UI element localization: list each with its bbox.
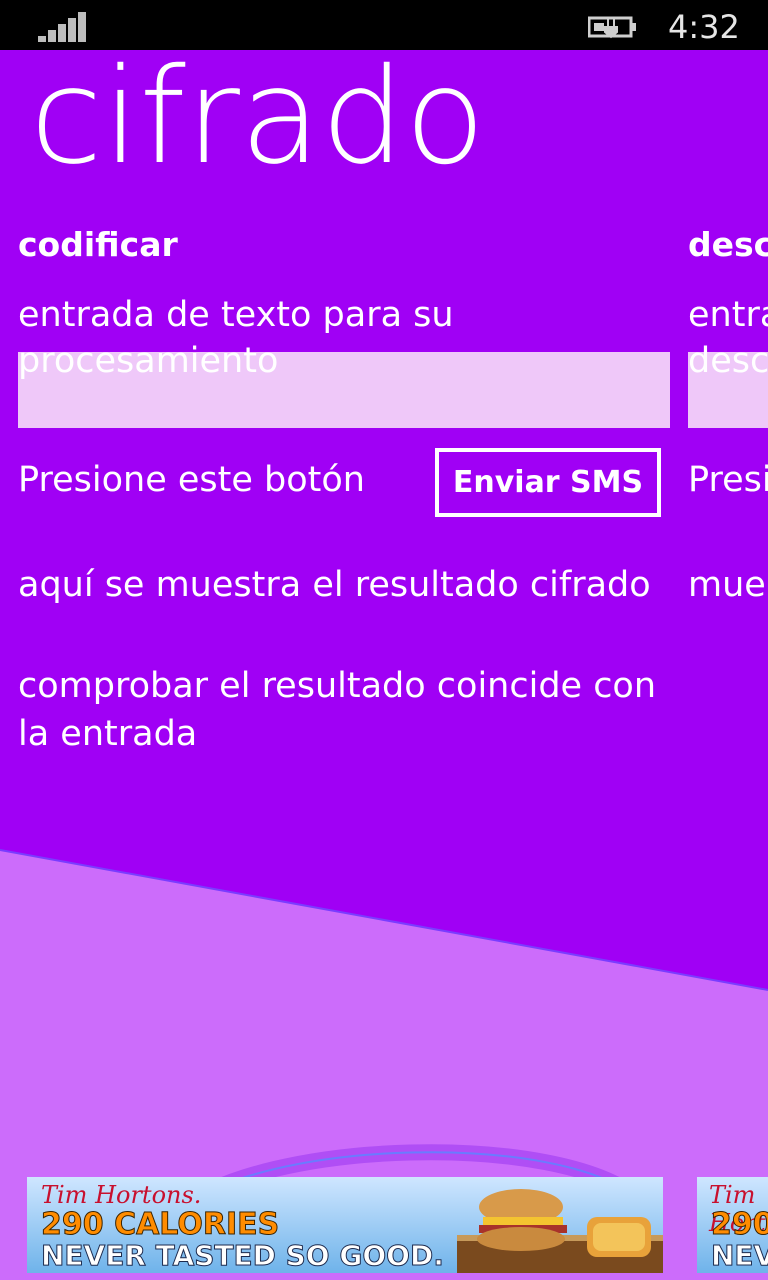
signal-bars-icon [38, 12, 86, 42]
input-prompt-label: entrada de texto para su procesamiento [18, 295, 454, 381]
ad-brand: Tim Hortons. [41, 1181, 202, 1209]
ad-tagline: NEV [710, 1239, 768, 1273]
breakfast-sandwich-image [457, 1189, 663, 1273]
pane-decodificar[interactable]: desco entra desc Presi mue [688, 222, 768, 782]
ad-tagline: NEVER TASTED SO GOOD. [41, 1239, 445, 1273]
ad-banner-partial[interactable]: Tim Hortons. 290 NEV [697, 1177, 768, 1273]
pane-header[interactable]: desco [688, 222, 768, 268]
input-prompt-label: entra desc [688, 295, 768, 381]
page-title: cifrado [30, 40, 486, 194]
ad-banner[interactable]: Tim Hortons. 290 CALORIES NEVER TASTED S… [27, 1177, 663, 1273]
status-time: 4:32 [668, 8, 740, 46]
pane-codificar[interactable]: codificar entrada de texto para su proce… [18, 222, 670, 782]
ad-headline: 290 CALORIES [40, 1207, 280, 1243]
press-label: Presi [688, 460, 768, 500]
pane-header[interactable]: codificar [18, 222, 178, 268]
ad-headline: 290 [711, 1207, 768, 1243]
check-label: comprobar el resultado coincide con la e… [18, 666, 657, 754]
battery-charging-icon [588, 16, 636, 39]
send-sms-button[interactable]: Enviar SMS [435, 448, 661, 517]
press-label: Presione este botón [18, 460, 365, 500]
result-label: mue [688, 565, 766, 605]
result-label: aquí se muestra el resultado cifrado [18, 565, 651, 605]
